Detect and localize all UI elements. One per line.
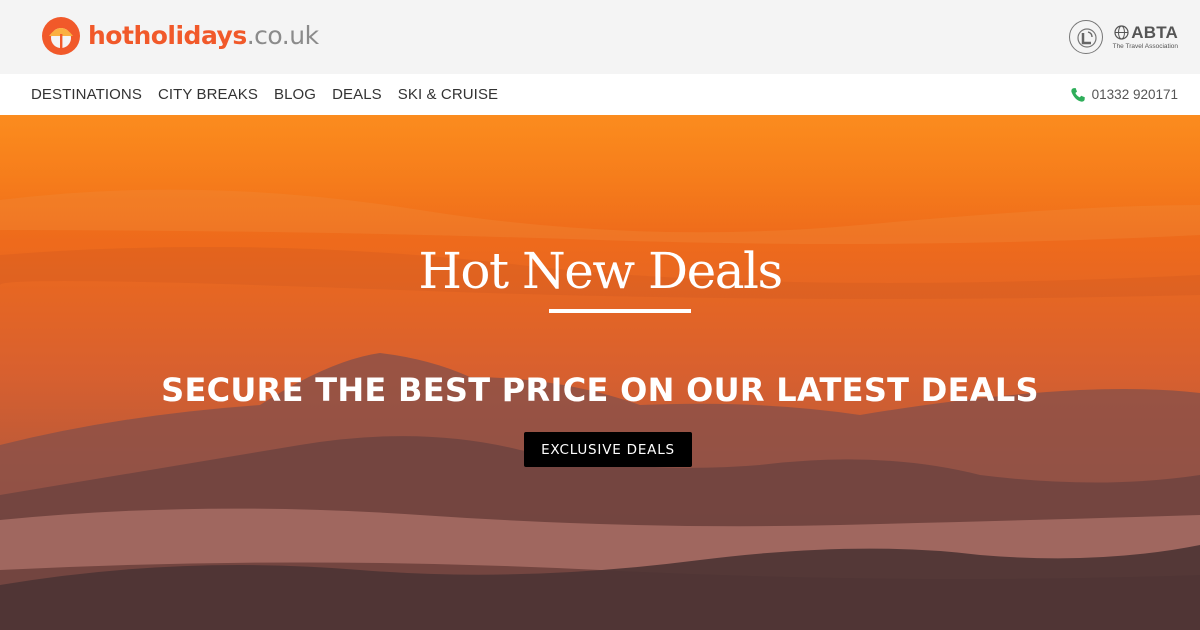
phone-link[interactable]: 01332 920171 <box>1070 74 1178 115</box>
globe-icon <box>1114 25 1129 40</box>
atol-protected-icon <box>1068 20 1103 54</box>
nav-item-city-breaks[interactable]: CITY BREAKS <box>158 86 258 103</box>
site-logo[interactable]: hotholidays.co.uk <box>40 16 319 56</box>
nav-item-destinations[interactable]: DESTINATIONS <box>31 86 142 103</box>
logo-wordmark: hotholidays.co.uk <box>88 16 319 56</box>
abta-tagline: The Travel Association <box>1112 42 1178 50</box>
nav-menu: DESTINATIONS CITY BREAKS BLOG DEALS SKI … <box>31 74 514 115</box>
title-underline-divider <box>549 309 691 313</box>
logo-holidays: holidays <box>133 21 247 50</box>
exclusive-deals-button[interactable]: EXCLUSIVE DEALS <box>524 432 692 467</box>
site-header: hotholidays.co.uk ABTA The Travel Associ… <box>0 0 1200 74</box>
trust-badges: ABTA The Travel Association <box>1068 20 1178 54</box>
umbrella-logo-icon <box>42 17 80 55</box>
abta-badge: ABTA The Travel Association <box>1112 22 1178 51</box>
main-navigation: DESTINATIONS CITY BREAKS BLOG DEALS SKI … <box>0 74 1200 115</box>
nav-item-ski-cruise[interactable]: SKI & CRUISE <box>398 86 498 103</box>
hero-banner: Hot New Deals SECURE THE BEST PRICE ON O… <box>0 115 1200 630</box>
abta-name: ABTA <box>1131 22 1178 42</box>
hero-title: Hot New Deals <box>418 242 783 300</box>
logo-hot: hot <box>88 21 134 50</box>
logo-tld: .co.uk <box>246 21 319 50</box>
phone-icon <box>1070 87 1085 102</box>
phone-number: 01332 920171 <box>1091 87 1178 102</box>
hero-subtitle: SECURE THE BEST PRICE ON OUR LATEST DEAL… <box>161 371 1039 409</box>
nav-item-blog[interactable]: BLOG <box>274 86 316 103</box>
nav-item-deals[interactable]: DEALS <box>332 86 382 103</box>
